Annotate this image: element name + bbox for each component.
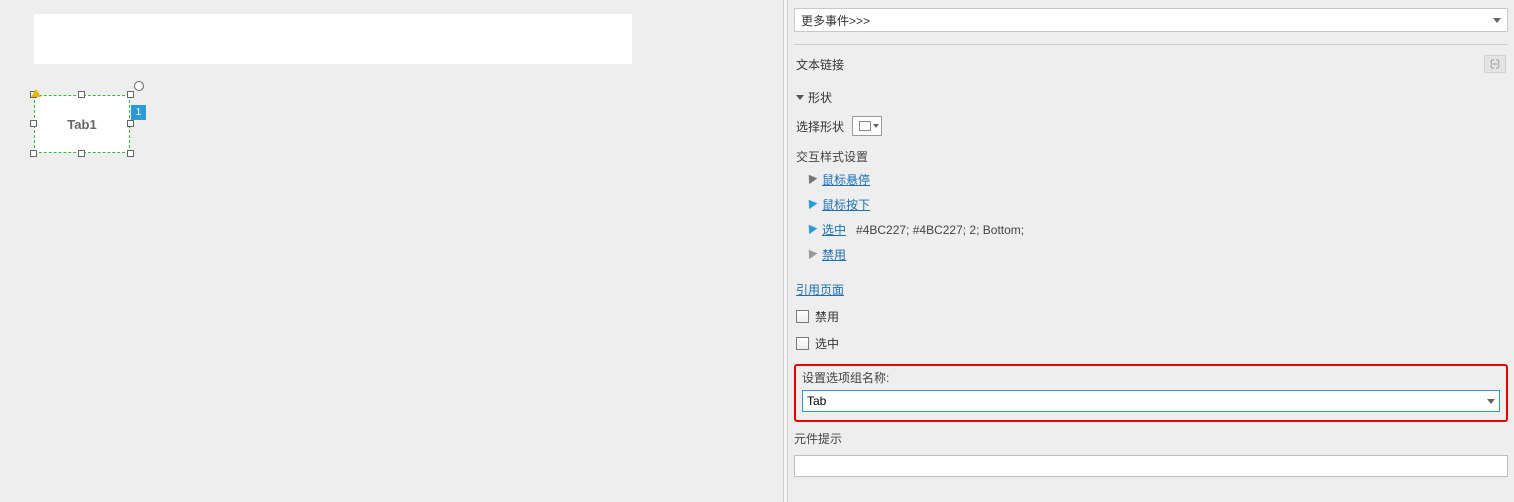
- resize-handle-s[interactable]: [78, 150, 85, 157]
- reference-page-link[interactable]: 引用页面: [796, 283, 844, 297]
- disabled-checkbox[interactable]: [796, 310, 809, 323]
- chevron-down-icon: [873, 124, 879, 128]
- shape-section-label: 形状: [808, 89, 832, 106]
- shape-rect-icon: [859, 121, 871, 131]
- cursor-hover-icon: [802, 174, 816, 186]
- resize-handle-se[interactable]: [127, 150, 134, 157]
- canvas-area[interactable]: Tab1 1: [0, 0, 783, 502]
- tooltip-label: 元件提示: [794, 430, 1508, 447]
- anchor-marker: [31, 89, 41, 97]
- more-events-label: 更多事件>>>: [801, 12, 870, 29]
- resize-handle-w[interactable]: [30, 120, 37, 127]
- tab-widget-label: Tab1: [67, 117, 96, 132]
- properties-panel: 更多事件>>> 文本链接 形状 选择形状 交互样式设置: [788, 0, 1514, 502]
- chevron-down-icon: [1487, 399, 1495, 404]
- link-icon: [1488, 59, 1502, 69]
- resize-handle-n[interactable]: [78, 91, 85, 98]
- selected-element[interactable]: Tab1 1: [34, 95, 130, 153]
- select-shape-label: 选择形状: [796, 118, 844, 135]
- resize-handle-ne[interactable]: [127, 91, 134, 98]
- mouse-down-style-link[interactable]: 鼠标按下: [822, 196, 870, 213]
- tooltip-input[interactable]: [794, 455, 1508, 477]
- more-events-dropdown[interactable]: 更多事件>>>: [794, 8, 1508, 32]
- footnote-badge[interactable]: 1: [131, 105, 146, 120]
- chevron-down-icon: [796, 95, 804, 100]
- cursor-press-icon: [802, 199, 816, 211]
- selected-checkbox[interactable]: [796, 337, 809, 350]
- shape-section-header[interactable]: 形状: [796, 89, 1508, 106]
- resize-handle-e[interactable]: [127, 120, 134, 127]
- canvas-shape-rect[interactable]: [34, 14, 632, 64]
- shape-picker[interactable]: [852, 116, 882, 136]
- group-name-combobox[interactable]: [802, 390, 1500, 412]
- link-icon-button[interactable]: [1484, 55, 1506, 73]
- mouse-hover-style-link[interactable]: 鼠标悬停: [822, 171, 870, 188]
- interaction-styles-header: 交互样式设置: [796, 148, 1508, 165]
- disabled-style-link[interactable]: 禁用: [822, 246, 846, 263]
- text-link-label: 文本链接: [796, 56, 844, 73]
- chevron-down-icon: [1493, 18, 1501, 23]
- rotate-handle[interactable]: [134, 81, 144, 91]
- cursor-disabled-icon: [802, 249, 816, 261]
- group-name-input[interactable]: [807, 394, 1483, 408]
- resize-handle-sw[interactable]: [30, 150, 37, 157]
- selection-group-highlight: 设置选项组名称:: [794, 364, 1508, 422]
- disabled-checkbox-label: 禁用: [815, 308, 839, 325]
- selected-checkbox-label: 选中: [815, 335, 839, 352]
- divider: [794, 44, 1508, 45]
- selected-style-link[interactable]: 选中: [822, 221, 846, 238]
- selected-style-value: #4BC227; #4BC227; 2; Bottom;: [856, 223, 1024, 237]
- group-name-label: 设置选项组名称:: [802, 369, 1500, 386]
- tab-widget[interactable]: Tab1: [34, 95, 130, 153]
- cursor-selected-icon: [802, 224, 816, 236]
